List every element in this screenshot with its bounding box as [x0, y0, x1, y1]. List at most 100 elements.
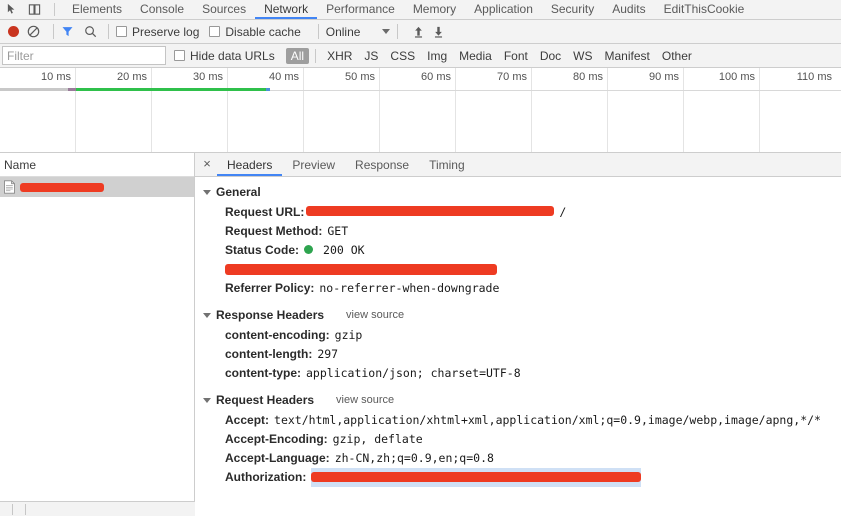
- network-overview[interactable]: 10 ms 20 ms 30 ms 40 ms 50 ms 60 ms 70 m…: [0, 68, 841, 153]
- general-request-method-row: Request Method: GET: [203, 222, 841, 241]
- toolbar-divider: [397, 24, 399, 39]
- general-section-header[interactable]: General: [203, 183, 841, 201]
- close-icon[interactable]: ×: [197, 153, 217, 176]
- header-row: Accept-Language: zh-CN,zh;q=0.9,en;q=0.8: [203, 449, 841, 468]
- authorization-selection-highlight: [311, 468, 642, 487]
- filter-input[interactable]: [2, 46, 166, 65]
- general-referrer-policy-row: Referrer Policy: no-referrer-when-downgr…: [203, 279, 841, 298]
- view-source-link[interactable]: view source: [336, 394, 394, 406]
- tick-label: 90 ms: [649, 71, 679, 83]
- header-row: content-type: application/json; charset=…: [203, 364, 841, 383]
- disable-cache-checkbox[interactable]: Disable cache: [209, 25, 301, 39]
- tab-audits[interactable]: Audits: [603, 0, 654, 19]
- toggle-device-toolbar-icon[interactable]: [28, 3, 41, 16]
- header-value: application/json; charset=UTF-8: [306, 366, 521, 380]
- general-section: General Request URL: / Request Method: G…: [203, 183, 841, 298]
- checkbox-box[interactable]: [209, 26, 221, 37]
- tick-label: 10 ms: [41, 71, 71, 83]
- timeline-tick: 40 ms: [228, 68, 304, 152]
- filter-type-media[interactable]: Media: [454, 48, 497, 64]
- tab-headers[interactable]: Headers: [217, 153, 283, 176]
- general-request-url-row: Request URL: /: [203, 203, 841, 222]
- tab-application[interactable]: Application: [465, 0, 542, 19]
- header-value: text/html,application/xhtml+xml,applicat…: [274, 413, 821, 427]
- toolbar-divider: [317, 24, 319, 39]
- triangle-down-icon[interactable]: [203, 189, 211, 195]
- clear-icon[interactable]: [27, 25, 40, 38]
- throttle-value: Online: [325, 24, 361, 39]
- upload-arrow-icon[interactable]: [412, 25, 425, 39]
- tick-label: 80 ms: [573, 71, 603, 83]
- tab-preview[interactable]: Preview: [282, 153, 345, 176]
- tab-performance[interactable]: Performance: [317, 0, 404, 19]
- filter-type-other[interactable]: Other: [657, 48, 697, 64]
- filter-type-font[interactable]: Font: [499, 48, 533, 64]
- tick-label: 100 ms: [718, 71, 755, 83]
- tick-label: 70 ms: [497, 71, 527, 83]
- column-header-name[interactable]: Name: [4, 158, 36, 172]
- devtools-window: Elements Console Sources Network Perform…: [0, 0, 841, 516]
- filter-type-manifest[interactable]: Manifest: [600, 48, 655, 64]
- tick-label: 30 ms: [193, 71, 223, 83]
- preserve-log-checkbox[interactable]: Preserve log: [116, 25, 199, 39]
- tab-network[interactable]: Network: [255, 0, 318, 19]
- request-headers-header[interactable]: Request Headers view source: [203, 391, 841, 409]
- tab-editthiscookie[interactable]: EditThisCookie: [655, 0, 754, 19]
- devtools-main-tabbar: Elements Console Sources Network Perform…: [0, 0, 841, 20]
- triangle-down-icon[interactable]: [203, 397, 211, 403]
- tab-memory[interactable]: Memory: [404, 0, 465, 19]
- header-key: Accept-Encoding:: [225, 432, 328, 446]
- network-status-bar: [0, 501, 195, 516]
- header-row: content-length: 297: [203, 345, 841, 364]
- tab-elements[interactable]: Elements: [63, 0, 131, 19]
- filter-type-img[interactable]: Img: [422, 48, 452, 64]
- view-source-link[interactable]: view source: [346, 309, 404, 321]
- table-row[interactable]: [0, 177, 194, 197]
- inspect-element-icon[interactable]: [6, 3, 19, 16]
- record-icon[interactable]: [8, 26, 19, 37]
- tick-label: 20 ms: [117, 71, 147, 83]
- general-redacted-row: [203, 260, 841, 279]
- authorization-key: Authorization:: [225, 470, 307, 484]
- tick-label: 110 ms: [796, 71, 832, 83]
- download-arrow-icon[interactable]: [432, 25, 445, 39]
- tab-console[interactable]: Console: [131, 0, 193, 19]
- filter-type-css[interactable]: CSS: [385, 48, 420, 64]
- request-method-value: GET: [327, 224, 349, 238]
- header-row: content-encoding: gzip: [203, 326, 841, 345]
- waterfall-segment-ttfb: [68, 88, 76, 91]
- header-key: Accept-Language:: [225, 451, 330, 465]
- network-throttling-select[interactable]: Online: [326, 25, 391, 39]
- filter-type-ws[interactable]: WS: [568, 48, 597, 64]
- triangle-down-icon[interactable]: [203, 312, 211, 318]
- hide-data-urls-label: Hide data URLs: [190, 48, 275, 63]
- filter-type-all[interactable]: All: [285, 47, 310, 64]
- request-method-key: Request Method:: [225, 224, 323, 238]
- toolbar-divider: [53, 24, 54, 39]
- referrer-policy-value: no-referrer-when-downgrade: [319, 281, 500, 295]
- filter-type-xhr[interactable]: XHR: [322, 48, 357, 64]
- timeline-tick: 10 ms: [0, 68, 76, 152]
- request-list[interactable]: [0, 177, 194, 516]
- chevron-down-icon[interactable]: [382, 29, 391, 34]
- filter-type-doc[interactable]: Doc: [535, 48, 566, 64]
- tab-response[interactable]: Response: [345, 153, 419, 176]
- funnel-icon[interactable]: [61, 25, 74, 38]
- checkbox-box[interactable]: [116, 26, 127, 37]
- tab-timing[interactable]: Timing: [419, 153, 475, 176]
- header-value: gzip, deflate: [332, 432, 423, 446]
- redacted-remote-address: [225, 264, 497, 275]
- tab-security[interactable]: Security: [542, 0, 603, 19]
- response-headers-section: Response Headers view source content-enc…: [203, 306, 841, 383]
- checkbox-box[interactable]: [174, 50, 185, 61]
- hide-data-urls-checkbox[interactable]: Hide data URLs: [174, 49, 275, 63]
- search-icon[interactable]: [84, 25, 97, 38]
- devtools-tool-icons: [0, 0, 63, 19]
- redacted-request-name: [20, 182, 104, 192]
- request-list-panel: Name: [0, 153, 195, 516]
- tab-sources[interactable]: Sources: [193, 0, 255, 19]
- response-headers-header[interactable]: Response Headers view source: [203, 306, 841, 324]
- timeline-tick: 80 ms: [532, 68, 608, 152]
- filter-type-js[interactable]: JS: [359, 48, 383, 64]
- header-key: Accept:: [225, 413, 270, 427]
